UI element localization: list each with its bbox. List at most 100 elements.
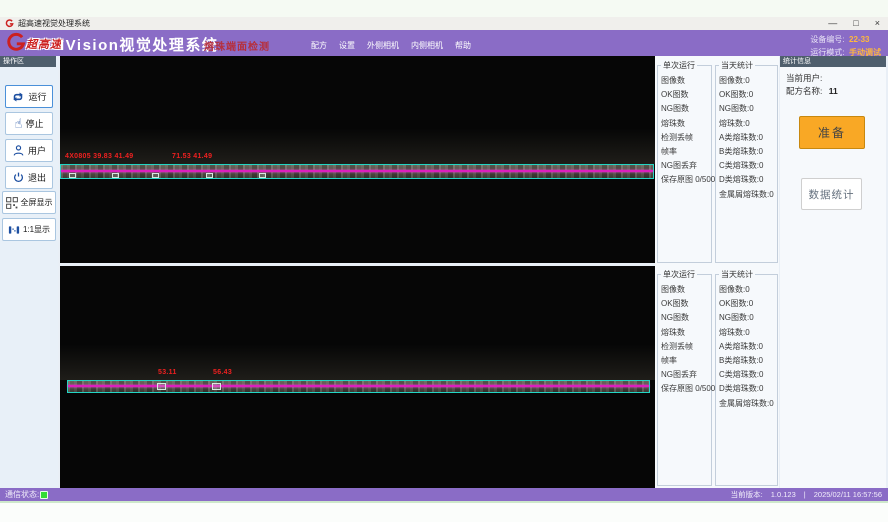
hand-icon: ☝ [15,117,23,130]
stop-button[interactable]: ☝ 停止 [5,112,53,135]
app-window: 超高速视觉处理系统 — □ × 超高速 IVision视觉处理系统 熔珠端面检测… [0,0,888,522]
one-to-one-icon [8,224,20,236]
close-button[interactable]: × [875,17,880,30]
group-title: 当天统计 [719,60,755,71]
bead-marker [112,173,119,178]
data-statistics-button[interactable]: 数据统计 [801,178,862,210]
stat-item: C类熔珠数:0 [719,368,777,382]
weld-bead-roi-top [60,164,654,179]
stat-item: 熔珠数:0 [719,117,777,131]
status-separator: | [804,488,806,501]
power-icon [12,171,25,184]
stat-item: D类熔珠数:0 [719,173,777,187]
measurement-annotation: 4X0805 39.83 41.49 [65,153,133,160]
version-value: 1.0.123 [771,488,796,501]
stat-item: OK图数:0 [719,297,777,311]
window-title: 超高速视觉处理系统 [18,18,90,29]
daily-stats-bottom: 当天统计 图像数:0OK图数:0NG图数:0熔珠数:0A类熔珠数:0B类熔珠数:… [715,274,778,486]
stat-item: 检测丢帧 [661,131,711,145]
menu-item[interactable]: 帮助 [455,40,471,51]
menu-item[interactable]: 内侧相机 [411,40,443,51]
daily-stats-list: 图像数:0OK图数:0NG图数:0熔珠数:0A类熔珠数:0B类熔珠数:0C类熔珠… [716,66,777,202]
current-user-label: 当前用户: [786,73,822,83]
main-menu: 配方 设置 外侧相机 内侧相机 帮助 [311,40,471,51]
exit-button[interactable]: 退出 [5,166,53,189]
prepare-button[interactable]: 准备 [799,116,865,149]
stat-item: NG图数:0 [719,102,777,116]
stat-item: 保存原图 0/500 [661,173,711,187]
stat-item: 保存原图 0/500 [661,382,711,396]
stat-item: 熔珠数 [661,117,711,131]
measurement-line [61,170,653,172]
measurement-line [68,385,649,387]
user-button[interactable]: 用户 [5,139,53,162]
stat-item: 检测丢帧 [661,340,711,354]
comm-status-label: 通信状态: [5,488,39,501]
stat-item: 帧率 [661,354,711,368]
one-to-one-button[interactable]: 1:1显示 [2,218,56,241]
stat-item: 帧率 [661,145,711,159]
run-button[interactable]: 运行 [5,85,53,108]
stat-item: 图像数:0 [719,283,777,297]
device-number-value: 22-33 [849,35,869,44]
stat-item: D类熔珠数:0 [719,382,777,396]
person-icon [12,144,25,157]
measurement-annotation: 71.53 41.49 [172,153,212,160]
app-subtitle: 熔珠端面检测 [204,38,270,53]
brand-logo-icon [5,32,26,53]
stat-item: NG图数 [661,102,711,116]
stat-item: NG图数:0 [719,311,777,325]
app-title: IVision视觉处理系统 [60,34,218,55]
stat-item: 图像数:0 [719,74,777,88]
single-run-stats-list: 图像数OK图数NG图数熔珠数检测丢帧帧率NG图丢弃保存原图 0/500 [658,275,711,397]
camera-viewport-bottom: 53.11 56.43 [60,266,655,488]
info-panel: 统计信息 当前用户: 配方名称: 11 准备 数据统计 [780,56,886,488]
qr-grid-icon [6,197,18,209]
bead-marker [206,173,213,178]
fullscreen-button[interactable]: 全屏显示 [2,191,56,214]
one-to-one-button-label: 1:1显示 [23,224,50,235]
single-run-stats-top: 单次运行 图像数OK图数NG图数熔珠数检测丢帧帧率NG图丢弃保存原图 0/500 [657,65,712,263]
main-area: 操作区 运行 ☝ 停止 [0,56,888,488]
comm-ok-indicator-icon [40,491,48,499]
recipe-name-label: 配方名称: [786,86,822,96]
menu-item[interactable]: 配方 [311,40,327,51]
app-header: 超高速 IVision视觉处理系统 熔珠端面检测 配方设置外侧相机内侧相机帮助 … [0,30,888,56]
maximize-button[interactable]: □ [853,17,858,30]
sidebar-title: 操作区 [0,56,56,67]
group-title: 单次运行 [661,269,697,280]
window-titlebar: 超高速视觉处理系统 — □ × [0,17,888,30]
stat-item: 金属屑熔珠数:0 [719,397,777,411]
bead-marker [157,383,166,390]
stat-item: OK图数 [661,297,711,311]
stat-item: 熔珠数 [661,326,711,340]
operation-sidebar: 操作区 运行 ☝ 停止 [0,56,58,488]
measurement-annotation: 56.43 [213,369,232,376]
stat-item: NG图丢弃 [661,159,711,173]
fullscreen-button-label: 全屏显示 [21,197,53,208]
stat-item: 熔珠数:0 [719,326,777,340]
weld-bead-roi-bottom [67,380,650,393]
stat-item: OK图数 [661,88,711,102]
status-bar-right: 当前版本: 1.0.123 | 2025/02/11 16:57:56 [731,488,882,501]
info-panel-title: 统计信息 [780,56,886,67]
camera-viewport-top: 4X0805 39.83 41.49 71.53 41.49 [60,56,655,263]
bead-marker [69,173,76,178]
minimize-button[interactable]: — [828,17,837,30]
stop-button-label: 停止 [25,117,43,130]
stat-item: B类熔珠数:0 [719,354,777,368]
stat-item: 金属屑熔珠数:0 [719,188,777,202]
device-info: 设备编号: 22-33 运行模式: 手动调试 [810,32,881,58]
status-bar: 通信状态: 当前版本: 1.0.123 | 2025/02/11 16:57:5… [0,488,888,501]
menu-item[interactable]: 外侧相机 [367,40,399,51]
stat-item: NG图丢弃 [661,368,711,382]
daily-stats-top: 当天统计 图像数:0OK图数:0NG图数:0熔珠数:0A类熔珠数:0B类熔珠数:… [715,65,778,263]
stat-item: A类熔珠数:0 [719,340,777,354]
cycle-arrows-icon [11,90,25,104]
run-button-label: 运行 [28,90,46,103]
stat-item: B类熔珠数:0 [719,145,777,159]
bead-marker [212,383,221,390]
stat-item: NG图数 [661,311,711,325]
menu-item[interactable]: 设置 [339,40,355,51]
stats-region: 单次运行 图像数OK图数NG图数熔珠数检测丢帧帧率NG图丢弃保存原图 0/500… [655,56,779,488]
